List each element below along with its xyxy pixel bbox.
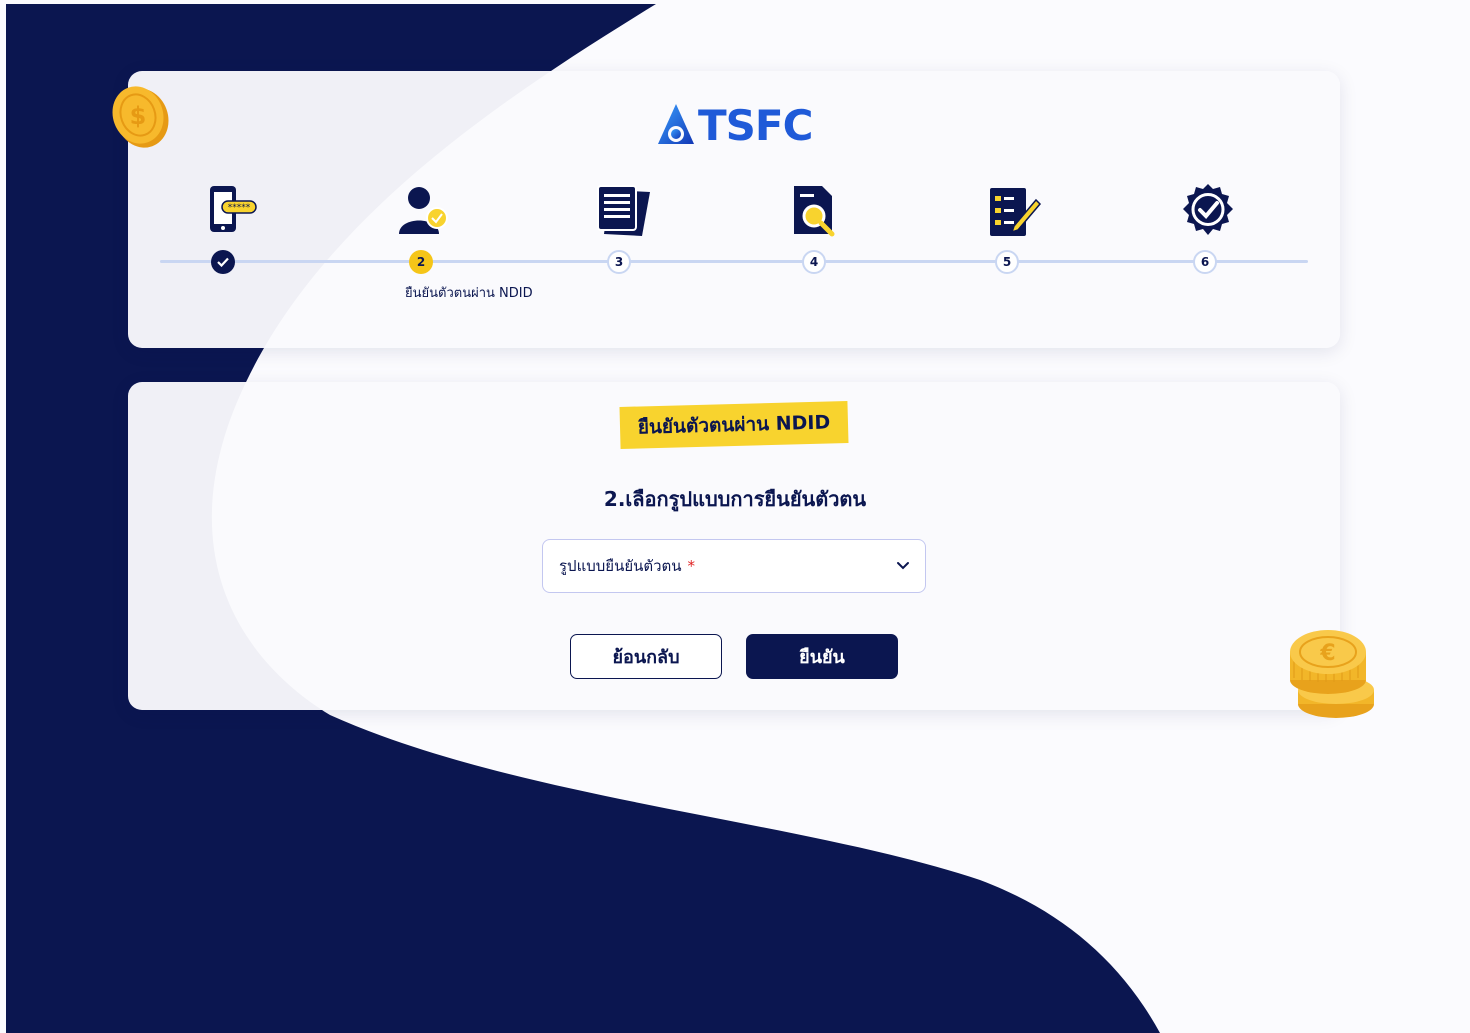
phone-otp-icon: ***** [210, 186, 257, 232]
step-4-number: 4 [802, 250, 826, 274]
stepper-track [160, 260, 1308, 263]
step-5-number: 5 [995, 250, 1019, 274]
user-verify-icon [399, 187, 448, 234]
form-subtitle: 2.เลือกรูปแบบการยืนยันตัวตน [603, 487, 867, 511]
step-3-number: 3 [607, 250, 631, 274]
checklist-sign-icon [990, 188, 1042, 236]
required-mark: * [687, 557, 696, 575]
verification-method-select[interactable]: รูปแบบยืนยันตัวตน * [542, 539, 926, 593]
verified-badge-icon [1183, 184, 1233, 235]
back-button[interactable]: ย้อนกลับ [570, 634, 722, 679]
svg-text:$: $ [130, 102, 147, 130]
svg-text:*****: ***** [228, 203, 251, 213]
step-6-number: 6 [1193, 250, 1217, 274]
chevron-down-icon [897, 562, 909, 570]
active-step-caption: ยืนยันตัวตนผ่าน NDID [405, 286, 533, 301]
document-search-icon [794, 186, 835, 237]
step-1-check [211, 250, 235, 274]
euro-coin-stack-icon: € [1290, 630, 1374, 718]
section-tag: ยืนยันตัวตนผ่าน NDID [619, 401, 849, 449]
logo-text: TSFC [698, 100, 813, 150]
svg-text:€: € [1319, 641, 1335, 666]
check-icon [217, 257, 229, 267]
confirm-button[interactable]: ยืนยัน [746, 634, 898, 679]
select-label: รูปแบบยืนยันตัวตน [559, 557, 682, 575]
dollar-coin-icon: $ [112, 86, 169, 148]
tsfc-logo: TSFC [656, 100, 813, 150]
logo-triangle-icon [658, 104, 694, 144]
documents-icon [597, 185, 650, 236]
step-2-number: 2 [409, 250, 433, 274]
